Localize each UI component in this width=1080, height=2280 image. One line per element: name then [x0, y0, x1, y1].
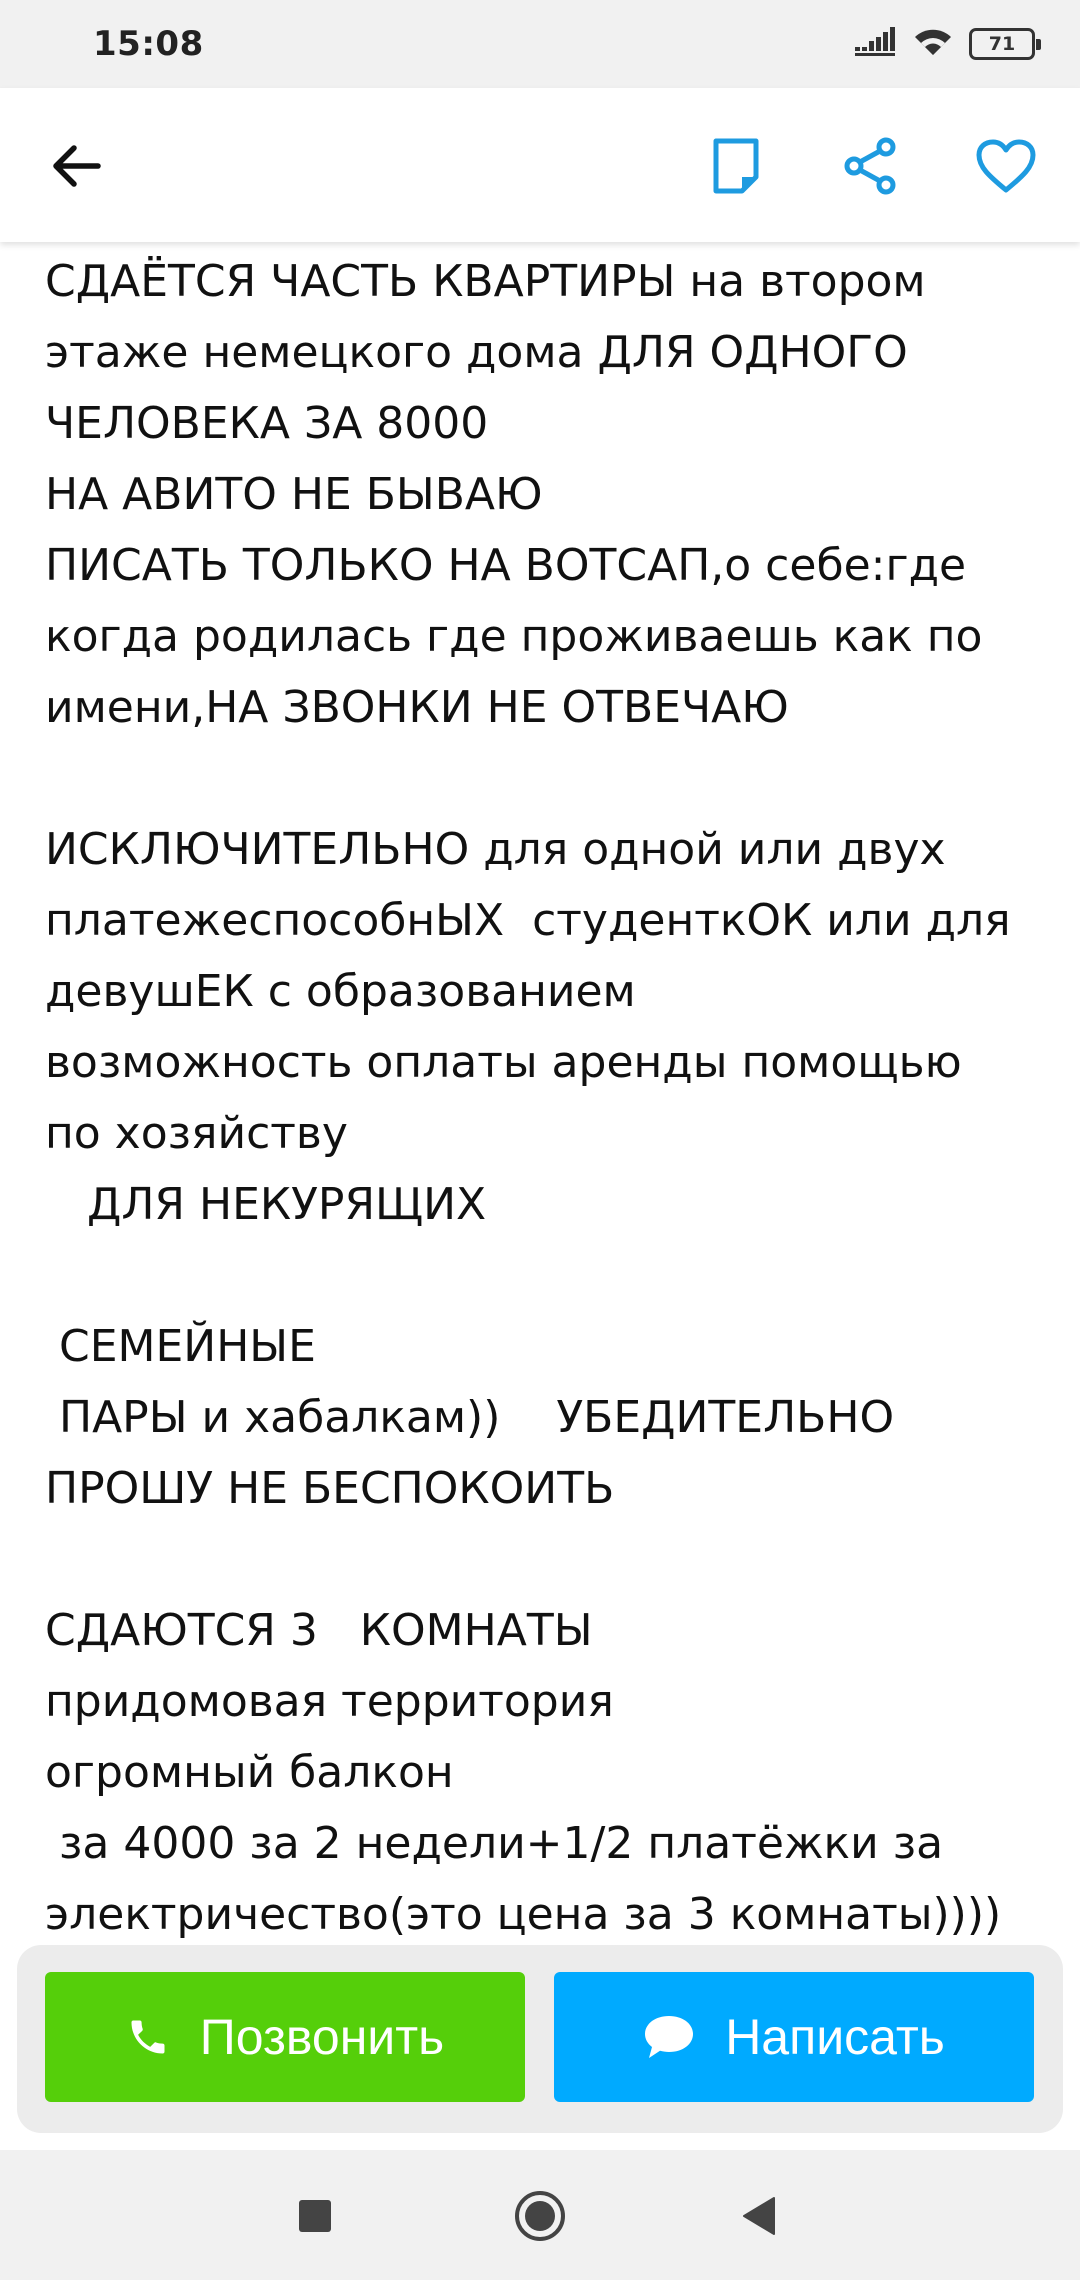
status-icons: 71	[855, 26, 1041, 62]
description-line: СДАЮТСЯ 3 КОМНАТЫ	[45, 1605, 593, 1656]
share-icon[interactable]	[834, 130, 906, 202]
description-line: этаже немецкого дома ДЛЯ ОДНОГО	[45, 327, 908, 378]
description-line: огромный балкон	[45, 1747, 454, 1798]
write-button[interactable]: Написать	[554, 1972, 1034, 2102]
description-line: возможность оплаты аренды помощью	[45, 1037, 962, 1088]
chat-bubble-icon	[643, 2014, 695, 2060]
description-line: имени,НА ЗВОНКИ НЕ ОТВЕЧАЮ	[45, 682, 789, 733]
wifi-icon	[913, 27, 953, 61]
phone-icon	[126, 2015, 170, 2059]
signal-icon	[855, 27, 897, 61]
description-line: ПРОШУ НЕ БЕСПОКОИТЬ	[45, 1463, 615, 1514]
status-time: 15:08	[93, 24, 204, 64]
home-circle-icon[interactable]	[510, 2186, 570, 2246]
description-line: ПАРЫ и хабалкам)) УБЕДИТЕЛЬНО	[45, 1392, 895, 1443]
note-icon[interactable]	[700, 130, 772, 202]
description-line	[45, 1240, 1055, 1311]
description-line: по хозяйству	[45, 1108, 348, 1159]
description-line: СЕМЕЙНЫЕ	[45, 1321, 316, 1372]
description-line	[45, 743, 1055, 814]
description-line	[45, 1524, 1055, 1595]
description-line: за 4000 за 2 недели+1/2 платёжки за	[45, 1818, 944, 1869]
call-button[interactable]: Позвонить	[45, 1972, 525, 2102]
description-line: девушЕК с образованием	[45, 966, 636, 1017]
contact-action-panel: Позвонить Написать	[17, 1945, 1063, 2133]
description-line: придомовая территория	[45, 1676, 614, 1727]
description-line: СДАЁТСЯ ЧАСТЬ КВАРТИРЫ на втором	[45, 256, 926, 307]
description-line: платежеспособнЫХ студенткОК или для	[45, 895, 1011, 946]
heart-icon[interactable]	[966, 130, 1046, 202]
description-line: электричество(это цена за 3 комнаты))))	[45, 1889, 1002, 1940]
back-arrow-icon[interactable]	[40, 130, 112, 202]
write-button-label: Написать	[725, 2009, 945, 2065]
description-line: ИСКЛЮЧИТЕЛЬНО для одной или двух	[45, 824, 946, 875]
description-line: ЧЕЛОВЕКА ЗА 8000	[45, 398, 489, 449]
battery-level: 71	[988, 33, 1016, 55]
status-bar: 15:08 71	[0, 0, 1080, 88]
description-line: НА АВИТО НЕ БЫВАЮ	[45, 469, 543, 520]
listing-description: СДАЁТСЯ ЧАСТЬ КВАРТИРЫ на втором этаже н…	[45, 246, 1055, 1946]
back-triangle-icon[interactable]	[730, 2186, 790, 2246]
system-nav-bar	[0, 2150, 1080, 2280]
description-line: ПИСАТЬ ТОЛЬКО НА ВОТСАП,о себе:где	[45, 540, 967, 591]
description-line: ДЛЯ НЕКУРЯЩИХ	[45, 1179, 487, 1230]
app-bar	[0, 88, 1080, 242]
description-line: когда родилась где проживаешь как по	[45, 611, 983, 662]
battery-icon: 71	[969, 28, 1041, 60]
call-button-label: Позвонить	[199, 2009, 445, 2065]
recents-square-icon[interactable]	[285, 2186, 345, 2246]
